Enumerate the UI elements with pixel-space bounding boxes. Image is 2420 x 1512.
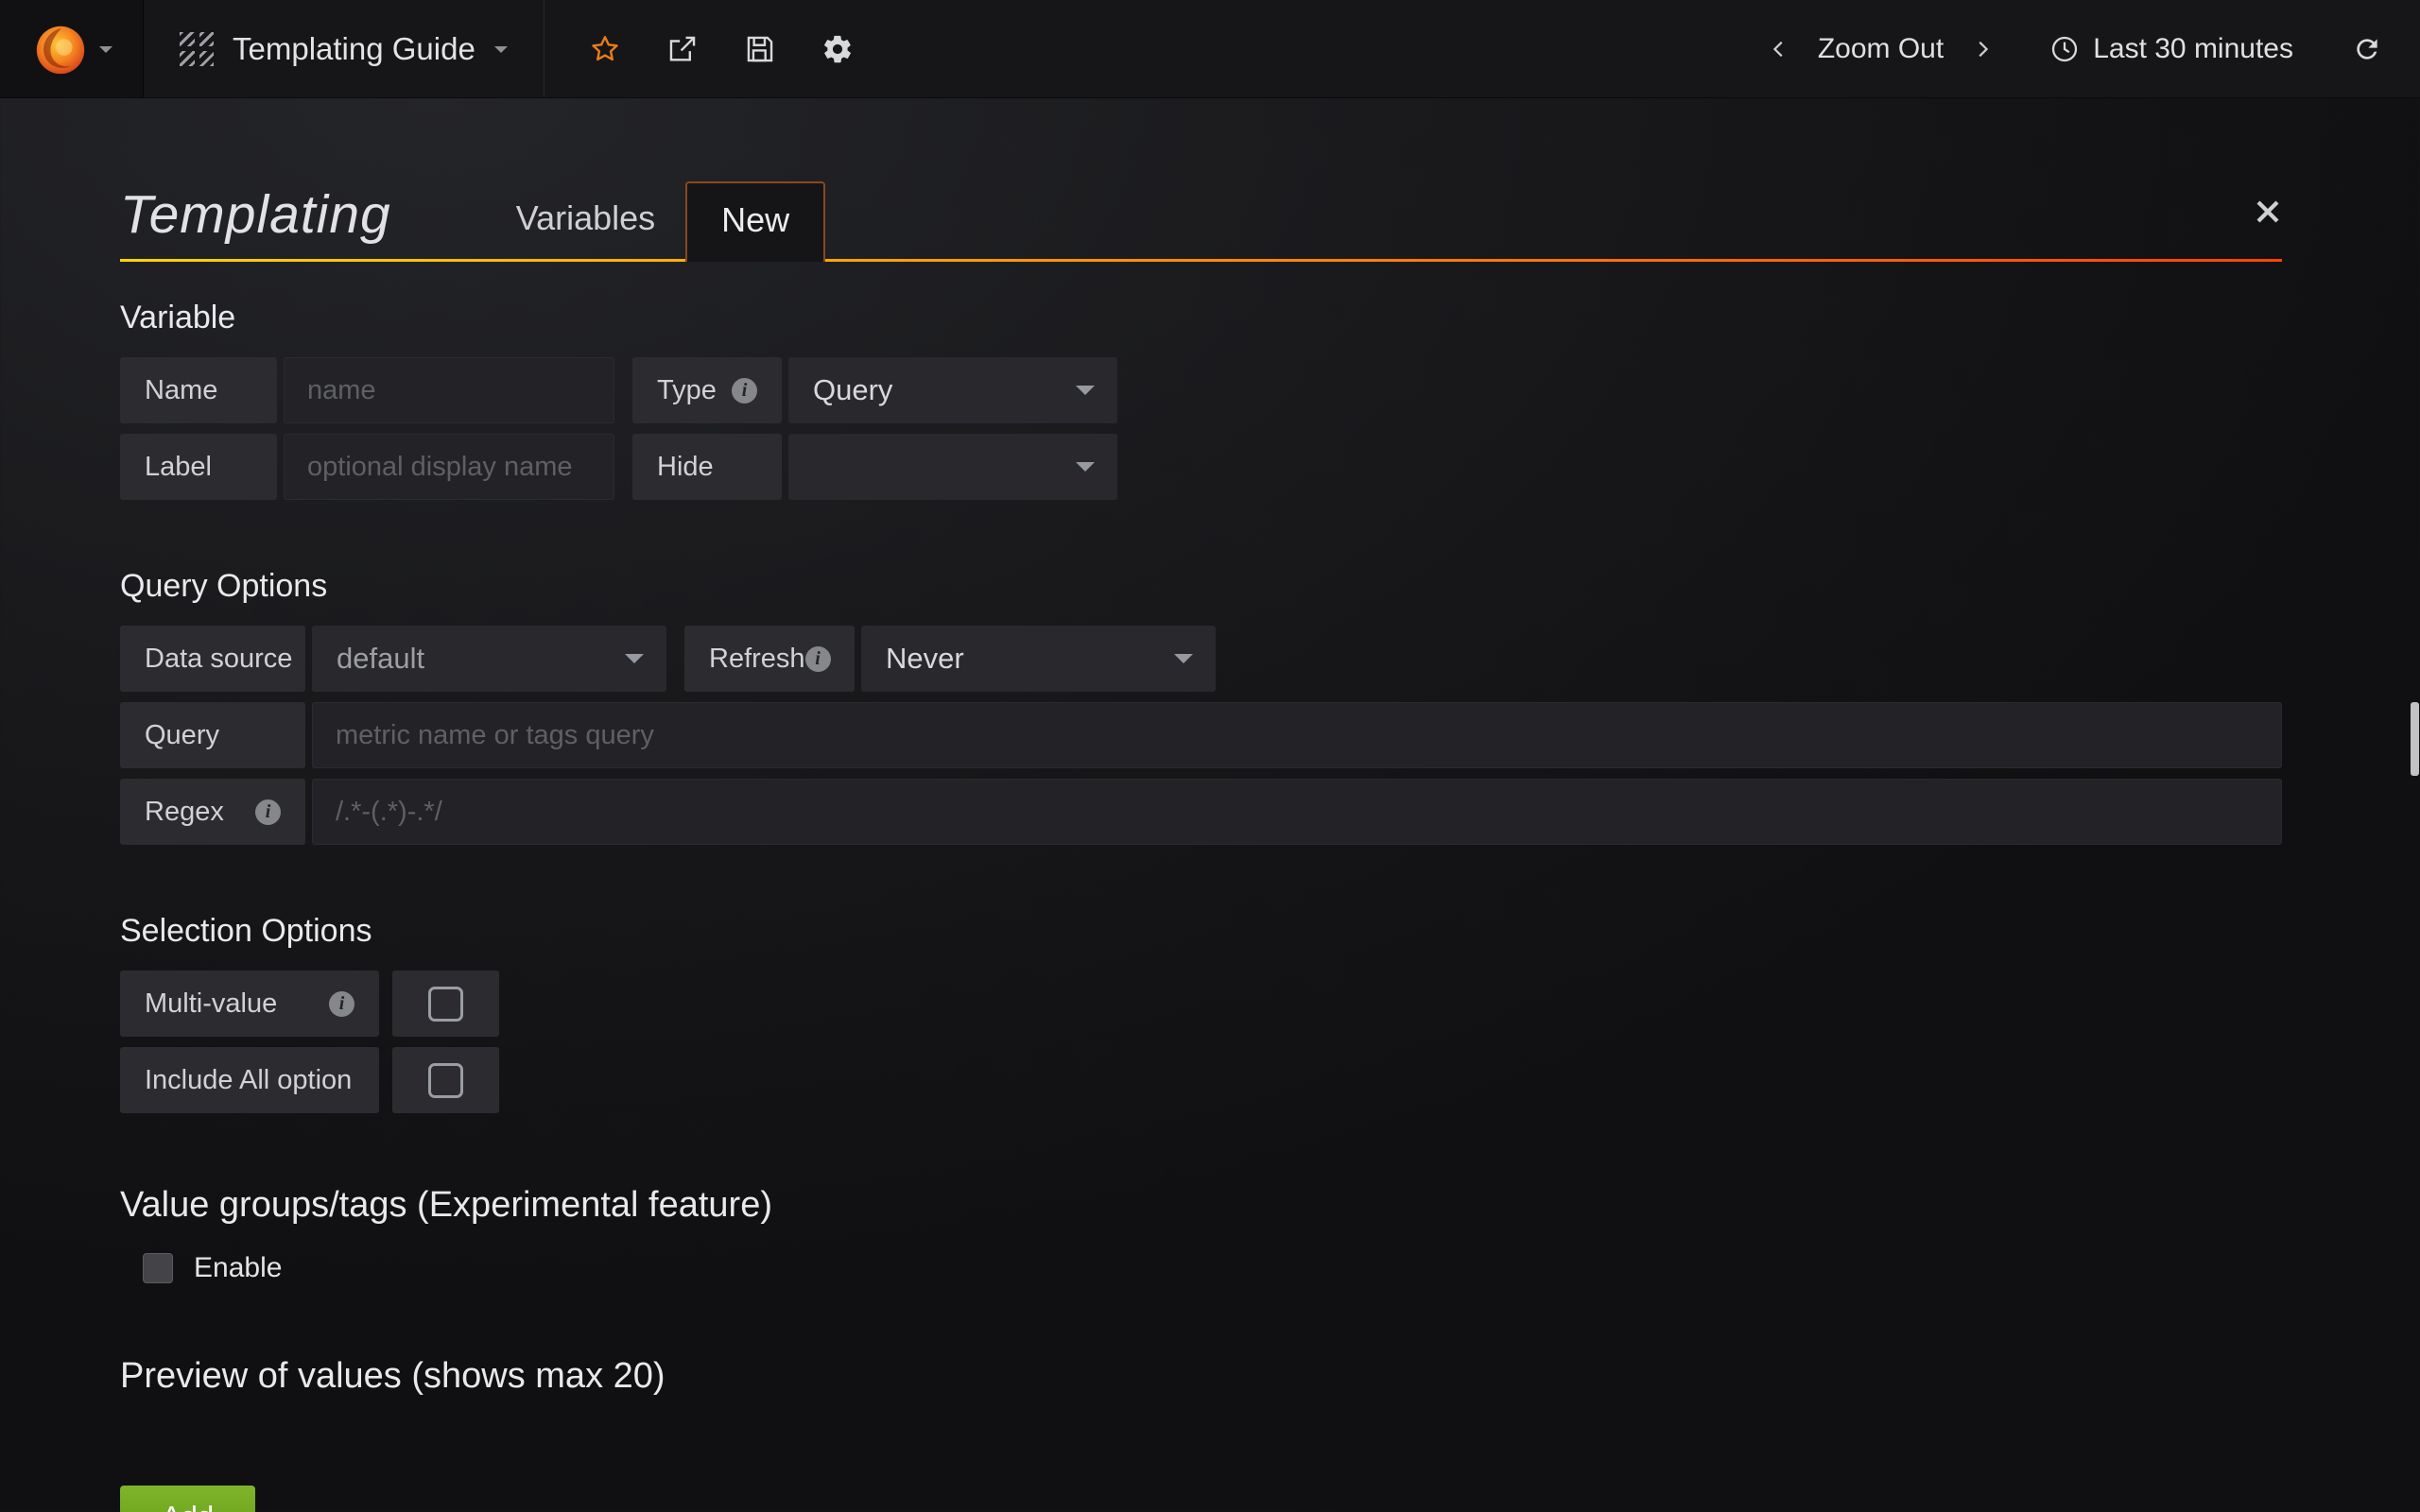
time-range-picker[interactable]: Last 30 minutes bbox=[2049, 33, 2293, 65]
query-input[interactable] bbox=[312, 702, 2282, 768]
top-navbar: Templating Guide bbox=[0, 0, 2420, 98]
scrollbar-thumb[interactable] bbox=[2411, 702, 2419, 776]
time-range-label: Last 30 minutes bbox=[2093, 33, 2293, 65]
close-icon bbox=[2254, 198, 2282, 226]
label-label: Label bbox=[120, 434, 277, 500]
include-all-label: Include All option bbox=[120, 1047, 379, 1113]
name-label: Name bbox=[120, 357, 277, 423]
multi-value-label: Multi-value bbox=[120, 971, 379, 1037]
info-icon[interactable] bbox=[255, 799, 281, 825]
variable-section-heading: Variable bbox=[120, 300, 2282, 336]
dashboard-grid-icon bbox=[180, 32, 214, 66]
main-content: Templating Variables New bbox=[0, 98, 2420, 259]
star-icon bbox=[589, 33, 621, 65]
include-all-row: Include All option bbox=[120, 1047, 2282, 1113]
label-input[interactable] bbox=[284, 434, 614, 500]
data-source-label: Data source bbox=[120, 626, 305, 692]
chevron-right-icon bbox=[1972, 35, 1993, 63]
caret-down-icon bbox=[494, 46, 508, 60]
query-options-heading: Query Options bbox=[120, 568, 2282, 605]
query-row: Query bbox=[120, 702, 2282, 768]
query-label: Query bbox=[120, 702, 305, 768]
multi-value-checkbox[interactable] bbox=[392, 971, 499, 1037]
hide-select[interactable] bbox=[788, 434, 1117, 500]
settings-button[interactable] bbox=[821, 32, 855, 66]
close-button[interactable] bbox=[2254, 198, 2282, 231]
dashboard-picker[interactable]: Templating Guide bbox=[144, 0, 544, 97]
zoom-out-button[interactable]: Zoom Out bbox=[1818, 33, 1944, 65]
data-source-select[interactable]: default bbox=[312, 626, 666, 692]
type-select[interactable]: Query bbox=[788, 357, 1117, 423]
navbar-time-controls: Zoom Out Last 30 minutes bbox=[1765, 0, 2420, 97]
navbar-spacer bbox=[898, 0, 1765, 97]
add-button[interactable]: Add bbox=[120, 1486, 255, 1512]
enable-checkbox[interactable] bbox=[143, 1253, 173, 1283]
selection-options-heading: Selection Options bbox=[120, 913, 2282, 950]
value-groups-heading: Value groups/tags (Experimental feature) bbox=[120, 1185, 2282, 1226]
tab-variables[interactable]: Variables bbox=[486, 198, 685, 259]
tab-new[interactable]: New bbox=[685, 181, 825, 262]
tabs: Variables New bbox=[486, 181, 825, 259]
refresh-icon bbox=[2352, 34, 2382, 64]
info-icon[interactable] bbox=[805, 646, 831, 672]
navbar-actions bbox=[544, 0, 898, 97]
info-icon[interactable] bbox=[732, 378, 757, 404]
hide-label: Hide bbox=[632, 434, 782, 500]
type-label: Type bbox=[632, 357, 782, 423]
save-button[interactable] bbox=[743, 32, 777, 66]
templating-header: Templating Variables New bbox=[120, 98, 2282, 259]
checkbox-unchecked-icon bbox=[428, 987, 463, 1022]
name-input[interactable] bbox=[284, 357, 614, 423]
brand-gradient-divider bbox=[120, 259, 2282, 262]
variable-name-row: Name Type Query bbox=[120, 357, 2282, 423]
dashboard-title: Templating Guide bbox=[233, 31, 475, 67]
time-shift-back-button[interactable] bbox=[1765, 33, 1793, 65]
refresh-select[interactable]: Never bbox=[861, 626, 1216, 692]
star-button[interactable] bbox=[588, 32, 622, 66]
page-title: Templating bbox=[120, 183, 391, 246]
regex-label: Regex bbox=[120, 779, 305, 845]
clock-icon bbox=[2049, 34, 2080, 64]
grafana-logo-button[interactable] bbox=[0, 0, 144, 97]
include-all-checkbox[interactable] bbox=[392, 1047, 499, 1113]
regex-row: Regex bbox=[120, 779, 2282, 845]
save-icon bbox=[744, 33, 776, 65]
refresh-button[interactable] bbox=[2350, 32, 2384, 66]
gear-icon bbox=[821, 33, 854, 65]
regex-input[interactable] bbox=[312, 779, 2282, 845]
info-icon[interactable] bbox=[329, 991, 354, 1017]
caret-down-icon bbox=[99, 46, 112, 60]
datasource-row: Data source default Refresh Never bbox=[120, 626, 2282, 692]
refresh-label: Refresh bbox=[684, 626, 855, 692]
variable-label-row: Label Hide bbox=[120, 434, 2282, 500]
enable-row: Enable bbox=[143, 1252, 2282, 1284]
grafana-logo-icon bbox=[31, 20, 90, 78]
preview-heading: Preview of values (shows max 20) bbox=[120, 1356, 2282, 1397]
checkbox-unchecked-icon bbox=[428, 1063, 463, 1098]
time-shift-forward-button[interactable] bbox=[1968, 33, 1996, 65]
enable-label[interactable]: Enable bbox=[194, 1252, 282, 1284]
chevron-left-icon bbox=[1769, 35, 1789, 63]
share-icon bbox=[666, 33, 699, 65]
share-button[interactable] bbox=[666, 32, 700, 66]
multi-value-row: Multi-value bbox=[120, 971, 2282, 1037]
